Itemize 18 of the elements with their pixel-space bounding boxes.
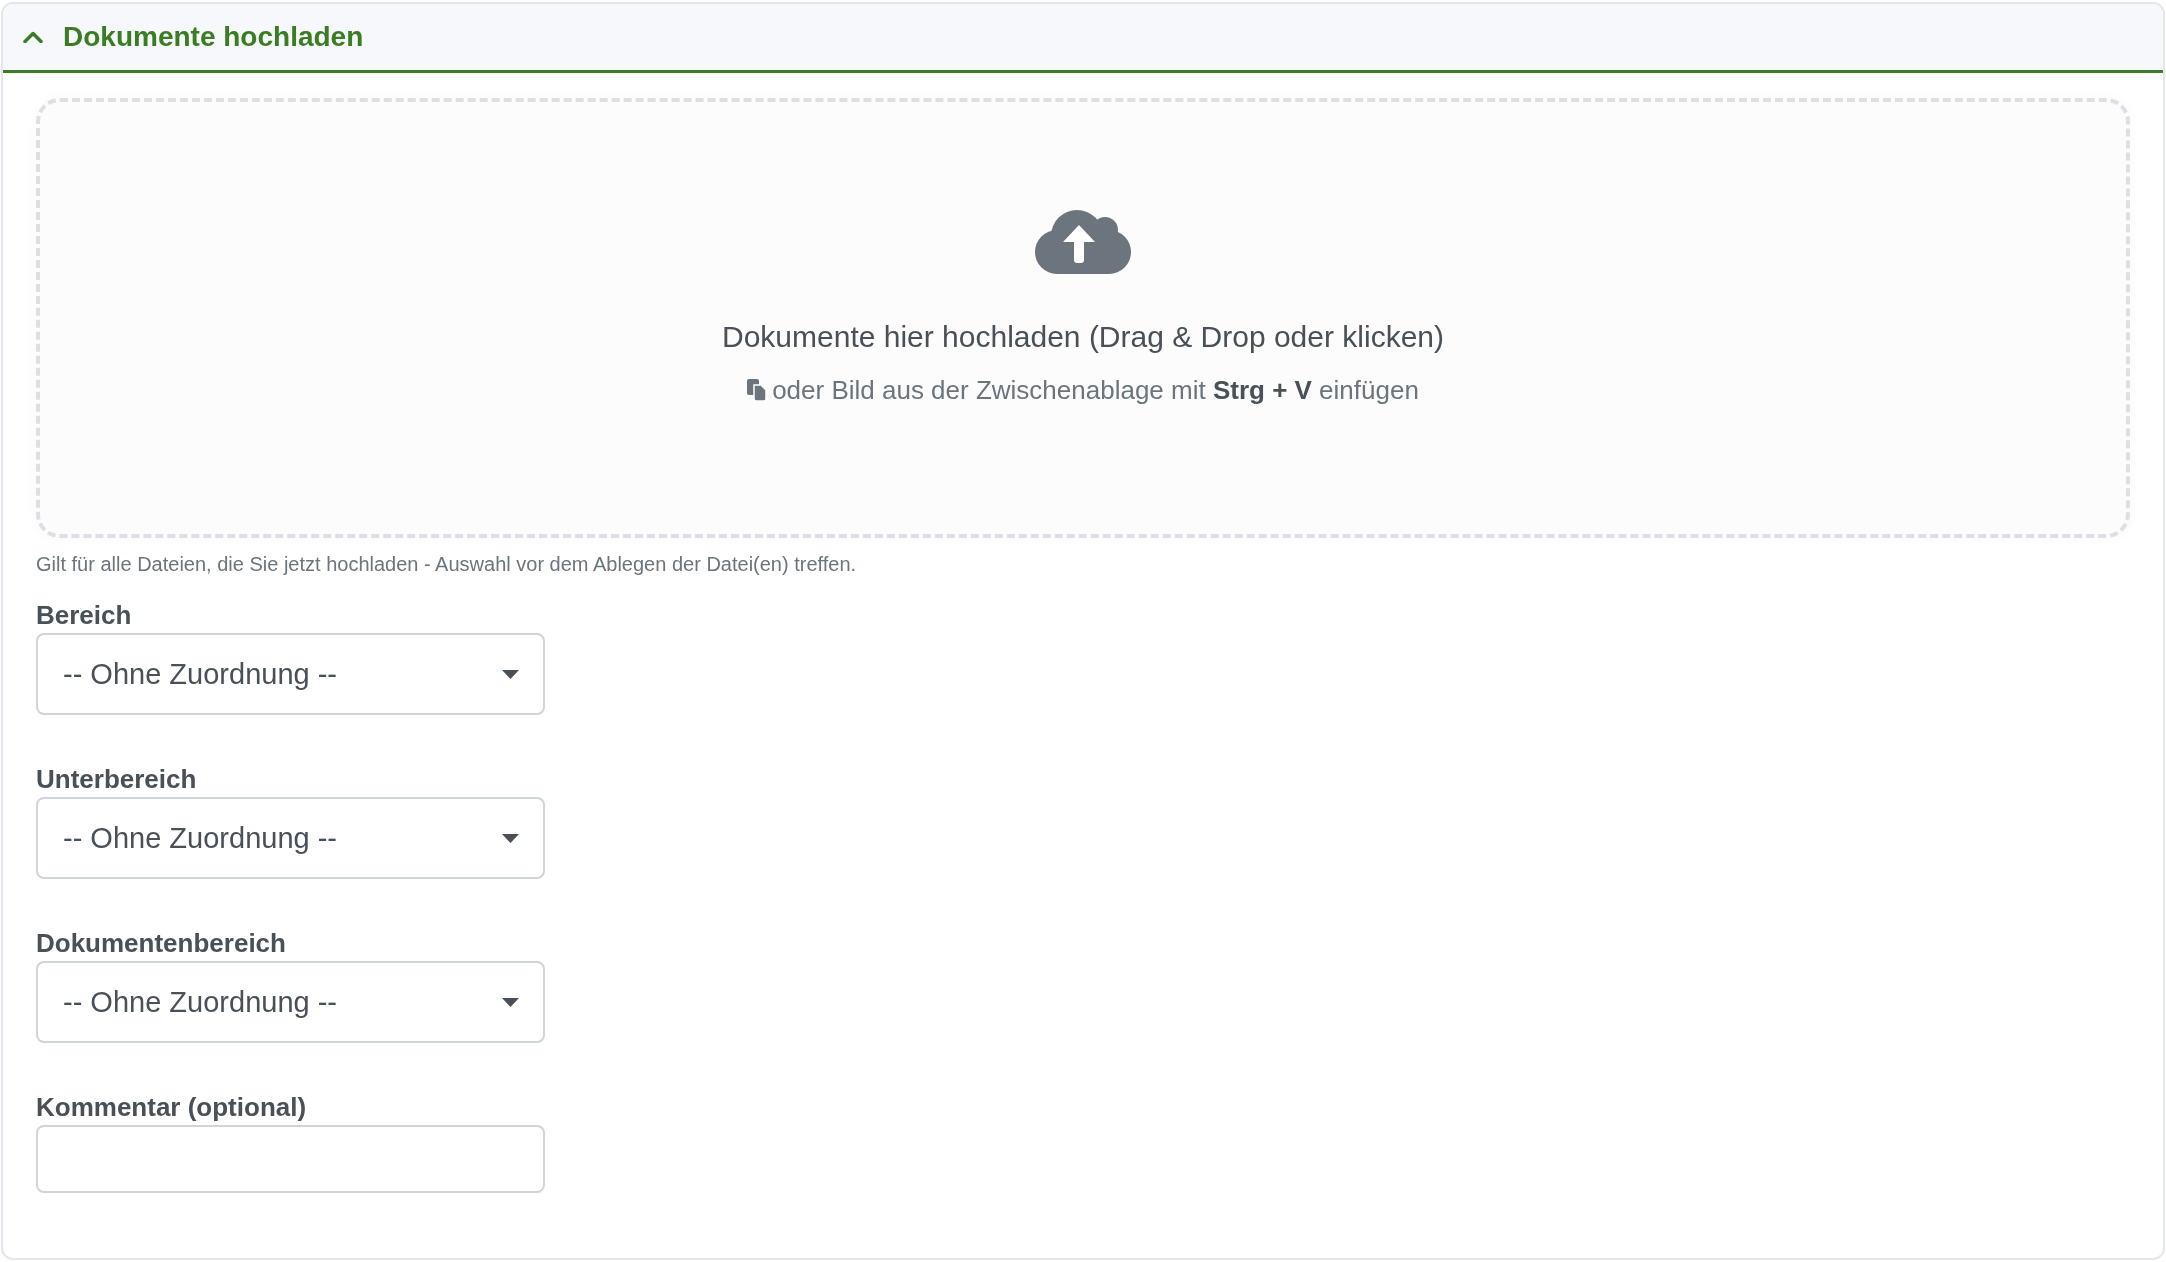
caret-icon xyxy=(502,997,519,1007)
upload-dropzone[interactable]: Dokumente hier hochladen (Drag & Drop oder klicken) oder Bild aus der Zwischenablage mit Strg + V einfügen xyxy=(36,98,2130,538)
caret-icon xyxy=(502,669,519,679)
helper-text: Gilt für alle Dateien, die Sie jetzt hochladen - Auswahl vor dem Ablegen der Datei(en) treffen. xyxy=(36,552,858,576)
accordion-header[interactable]: Dokumente hochladen xyxy=(3,4,2163,73)
caret-icon xyxy=(502,833,519,843)
copy-icon xyxy=(747,379,767,401)
dropdown-select[interactable]: -- Ohne Zuordnung -- xyxy=(36,797,545,879)
field-label: Dokumentenbereich xyxy=(36,928,287,958)
field-label: Unterbereich xyxy=(36,764,198,794)
field-label: Kommentar (optional) xyxy=(36,1092,308,1122)
field-label: Bereich xyxy=(36,600,133,630)
cloud-upload-icon xyxy=(1035,208,1131,274)
dropdown-select[interactable]: -- Ohne Zuordnung -- xyxy=(36,961,545,1043)
dropzone-hint: oder Bild aus der Zwischenablage mit Strg + V einfügen xyxy=(772,374,1419,406)
dropzone-title: Dokumente hier hochladen (Drag & Drop oder klicken) xyxy=(722,319,1444,355)
comment-input[interactable] xyxy=(36,1125,545,1193)
dropdown-select[interactable]: -- Ohne Zuordnung -- xyxy=(36,633,545,715)
